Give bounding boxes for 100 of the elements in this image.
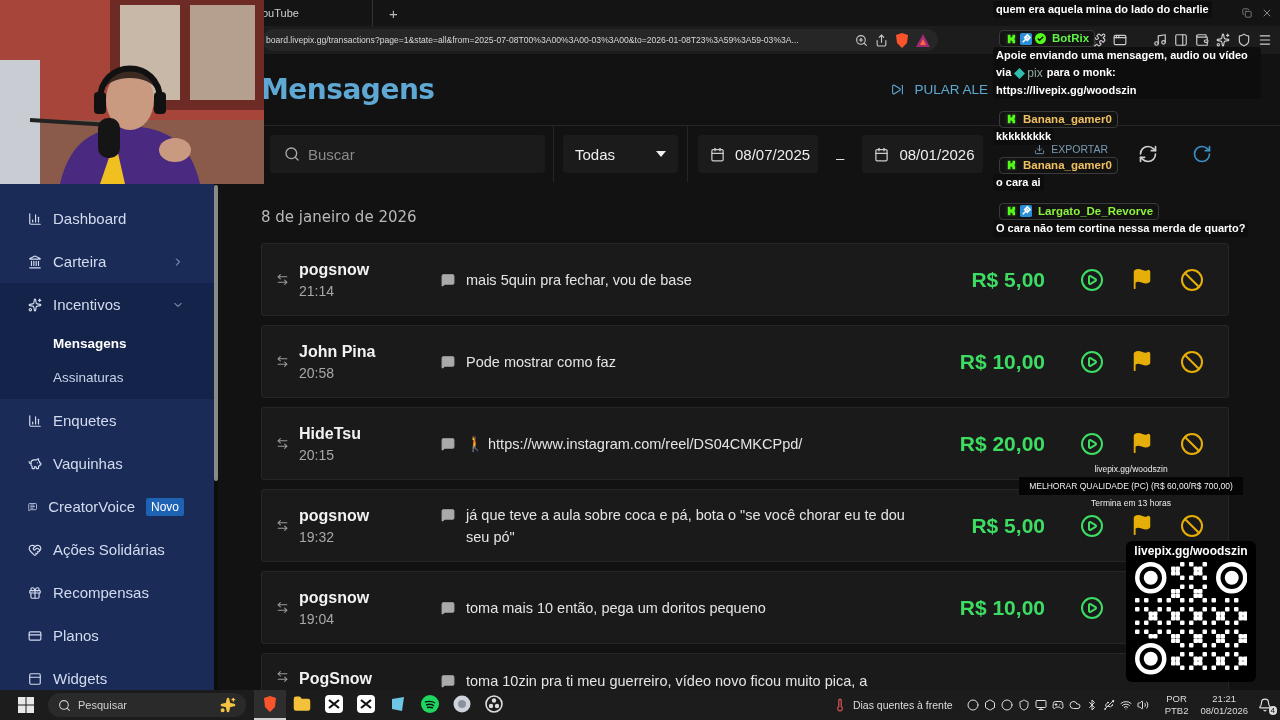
app-icon <box>389 695 407 713</box>
date-heading: 8 de janeiro de 2026 <box>261 208 417 226</box>
tray-icon[interactable] <box>1000 699 1013 711</box>
taskbar-app[interactable] <box>254 690 286 720</box>
caret-icon <box>656 151 666 157</box>
export-button[interactable]: EXPORTAR <box>1034 144 1108 155</box>
tray-icon[interactable] <box>1102 699 1115 711</box>
tray-icon[interactable] <box>1136 699 1149 711</box>
share-icon[interactable] <box>875 33 888 47</box>
clock[interactable]: 21:21 08/01/2026 <box>1200 693 1248 717</box>
app-icon <box>293 695 311 713</box>
status-select[interactable]: Todas <box>563 135 678 173</box>
scrollbar[interactable] <box>214 185 218 481</box>
reload-button[interactable] <box>1192 144 1212 164</box>
sidebar-item[interactable]: Vaquinhas <box>0 442 214 485</box>
amount: R$ 5,00 <box>971 267 1045 292</box>
tray-icon[interactable] <box>1119 699 1132 711</box>
message-time: 20:15 <box>299 446 336 463</box>
app-icon <box>421 695 439 713</box>
swap-icon <box>276 437 289 450</box>
block-icon[interactable] <box>1180 431 1204 456</box>
chat-message: kkkkkkkkk <box>993 127 1055 145</box>
download-icon <box>1034 144 1046 155</box>
chat-message: Apoie enviando uma mensagem, audio ou vídeo via pix para o monk: https://livepix.gg/woodszin <box>993 47 1261 99</box>
message-text: toma mais 10 então, pega um doritos pequeno <box>466 598 766 618</box>
lion-shield-icon[interactable] <box>895 32 909 48</box>
zoom-icon[interactable] <box>855 33 868 47</box>
sidebar-item[interactable]: Incentivos <box>0 283 214 326</box>
tray-icon[interactable] <box>966 699 979 711</box>
app-icon <box>357 695 375 713</box>
windows-icon[interactable] <box>18 697 34 713</box>
language-indicator[interactable]: POR PTB2 <box>1164 693 1189 717</box>
tray-icon[interactable] <box>1017 699 1030 711</box>
address-bar[interactable]: board.livepix.gg/transactions?page=1&state=all&from=2025-07-08T00%3A00%3A00-03%3A00&to=2026-01-08T23%3A59%3A59-03%3A... <box>262 29 938 51</box>
tray-icon[interactable] <box>1034 699 1047 711</box>
sidebar-item[interactable]: CreatorVoice Novo <box>0 485 214 528</box>
sidebar-item[interactable]: Dashboard <box>0 197 214 240</box>
flag-icon[interactable] <box>1131 431 1153 454</box>
hammer-badge-icon <box>1020 32 1032 45</box>
play-icon[interactable] <box>1080 513 1104 538</box>
sync-button[interactable] <box>1138 144 1158 164</box>
notification-icon[interactable] <box>1258 698 1272 712</box>
donor-name: HideTsu <box>299 424 362 443</box>
weather-widget[interactable]: Dias quentes à frente <box>826 697 959 713</box>
sidebar-item[interactable]: Recompensas <box>0 571 214 614</box>
sidebar-item[interactable]: Enquetes <box>0 399 214 442</box>
menu-icon[interactable] <box>1258 33 1272 47</box>
shield-icon[interactable] <box>1237 33 1251 47</box>
hammer-badge-icon <box>1020 205 1032 218</box>
message-icon <box>441 674 455 688</box>
skip-alert-button[interactable]: PULAR ALE <box>891 76 988 103</box>
sidebar-item[interactable]: Planos <box>0 614 214 657</box>
block-icon[interactable] <box>1180 513 1204 538</box>
flag-icon[interactable] <box>1131 267 1153 290</box>
sparkles-icon[interactable] <box>1216 33 1230 47</box>
music-icon[interactable] <box>1153 33 1167 47</box>
wallet-icon[interactable] <box>1195 33 1209 47</box>
flag-icon[interactable] <box>1131 513 1153 536</box>
window-icon[interactable] <box>1113 33 1127 47</box>
message-text: toma 10zin pra ti meu guerreiro, vídeo novo ficou muito pica, a <box>466 672 868 690</box>
app-icon <box>325 695 343 713</box>
sidebar-subitem[interactable]: Mensagens <box>0 326 214 360</box>
triangle-icon[interactable] <box>916 33 930 47</box>
search-field[interactable]: Buscar <box>270 135 545 173</box>
kick-badge-icon <box>1005 113 1017 126</box>
flag-icon[interactable] <box>1131 349 1153 372</box>
block-icon[interactable] <box>1180 267 1204 292</box>
tray-icon[interactable] <box>1068 699 1081 711</box>
sidebar-icon[interactable] <box>1174 33 1188 47</box>
puzzle-icon[interactable] <box>1092 33 1106 47</box>
amount: R$ 20,00 <box>959 431 1045 456</box>
taskbar-search-field[interactable]: Pesquisar <box>48 693 246 717</box>
restore-icon[interactable] <box>1242 8 1252 18</box>
pix-logo-icon <box>1014 67 1026 79</box>
tray-icon[interactable] <box>983 699 996 711</box>
close-icon[interactable] <box>1261 7 1273 19</box>
chat-user-tag: Banana_gamer0 <box>999 110 1118 128</box>
sparkles-icon <box>220 697 236 713</box>
play-icon[interactable] <box>1080 267 1104 292</box>
donor-name: John Pina <box>299 342 377 361</box>
new-tab-button[interactable]: + <box>383 4 404 22</box>
date-field[interactable]: 08/01/2026 <box>862 135 983 173</box>
sidebar-subitem[interactable]: Assinaturas <box>0 360 214 394</box>
donor-name: pogsnow <box>299 506 371 525</box>
tray-icon[interactable] <box>1051 699 1064 711</box>
gift-icon <box>28 585 42 600</box>
app-icon <box>453 695 471 713</box>
message-text: mais 5quin pra fechar, vou de base <box>466 270 692 290</box>
sidebar-item[interactable]: Carteira <box>0 240 214 283</box>
date-field[interactable]: 08/07/2025 <box>698 135 819 173</box>
block-icon[interactable] <box>1180 349 1204 374</box>
chat-user-tag: BotRix <box>999 30 1096 47</box>
amount: R$ 10,00 <box>959 349 1045 374</box>
sidebar-item[interactable]: Ações Solidárias <box>0 528 214 571</box>
sidebar-item[interactable]: Widgets <box>0 657 214 690</box>
play-icon[interactable] <box>1080 349 1104 374</box>
play-icon[interactable] <box>1080 595 1104 620</box>
chat-message: o cara ai <box>993 173 1044 191</box>
donor-name: pogsnow <box>299 588 371 607</box>
play-icon[interactable] <box>1080 431 1104 456</box>
